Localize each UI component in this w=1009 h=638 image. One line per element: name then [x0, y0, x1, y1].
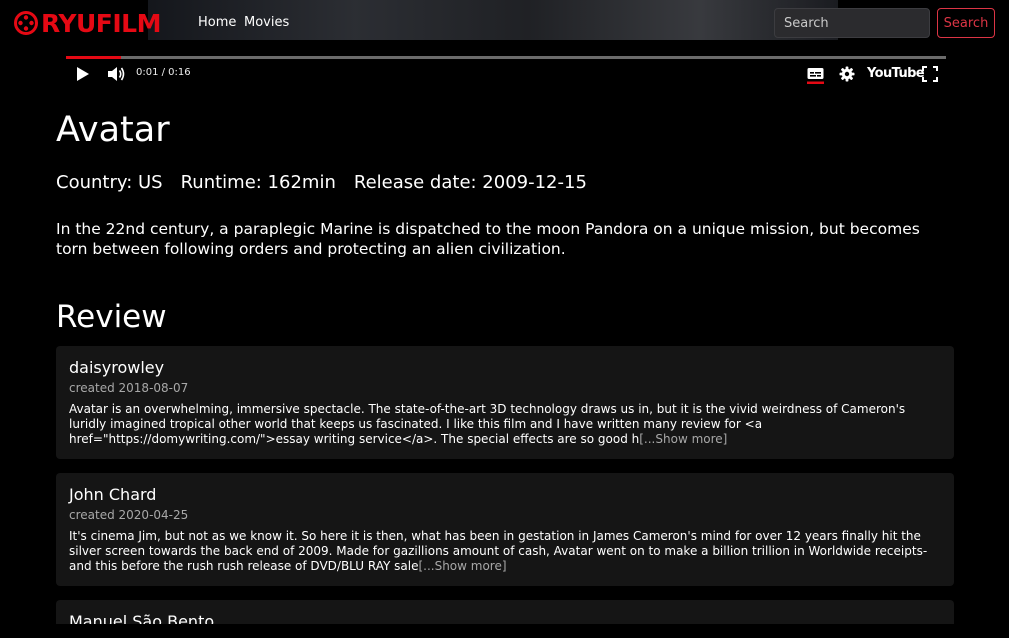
play-icon: [77, 67, 89, 81]
fullscreen-button[interactable]: [922, 66, 938, 82]
subtitles-icon: [807, 67, 824, 84]
review-heading: Review: [56, 299, 167, 335]
review-card: John Chard created 2020-04-25 It's cinem…: [56, 473, 954, 586]
settings-button[interactable]: [839, 66, 855, 82]
movie-country: Country: US: [56, 172, 163, 193]
search-input[interactable]: [774, 8, 930, 38]
nav-link-movies[interactable]: Movies: [244, 15, 289, 30]
search-button[interactable]: Search: [937, 8, 995, 38]
review-content: It's cinema Jim, but not as we know it. …: [69, 529, 941, 574]
review-content: Avatar is an overwhelming, immersive spe…: [69, 402, 941, 447]
film-reel-icon: [14, 11, 38, 35]
brand-logo[interactable]: RYUFILM: [14, 8, 161, 38]
play-button[interactable]: [76, 66, 90, 82]
review-card: daisyrowley created 2018-08-07 Avatar is…: [56, 346, 954, 459]
nav-link-home[interactable]: Home: [198, 15, 236, 30]
settings-icon: [839, 66, 855, 82]
fullscreen-icon: [922, 66, 938, 82]
navbar: RYUFILM Home Movies Search: [0, 0, 1009, 46]
review-text: Avatar is an overwhelming, immersive spe…: [69, 402, 906, 446]
review-author: daisyrowley: [69, 358, 165, 377]
movie-overview: In the 22nd century, a paraplegic Marine…: [56, 220, 920, 258]
review-date: created 2018-08-07: [69, 381, 189, 395]
subtitles-button[interactable]: [807, 67, 824, 84]
video-progress-bar[interactable]: [66, 56, 946, 59]
show-more-link[interactable]: [...Show more]: [639, 432, 727, 446]
volume-icon: [108, 67, 125, 81]
movie-runtime: Runtime: 162min: [180, 172, 336, 193]
youtube-logo[interactable]: YouTube: [867, 66, 925, 81]
movie-release-date: Release date: 2009-12-15: [353, 172, 587, 193]
volume-button[interactable]: [107, 66, 126, 82]
review-author: John Chard: [69, 485, 157, 504]
page-bottom-edge: [0, 624, 1009, 638]
show-more-link[interactable]: [...Show more]: [418, 559, 506, 573]
review-date: created 2020-04-25: [69, 508, 189, 522]
video-time: 0:01 / 0:16: [136, 67, 191, 78]
video-progress-fill: [66, 56, 121, 59]
movie-title: Avatar: [56, 110, 170, 150]
brand-name: RYUFILM: [41, 8, 161, 38]
movie-meta: Country: US Runtime: 162min Release date…: [56, 172, 587, 193]
